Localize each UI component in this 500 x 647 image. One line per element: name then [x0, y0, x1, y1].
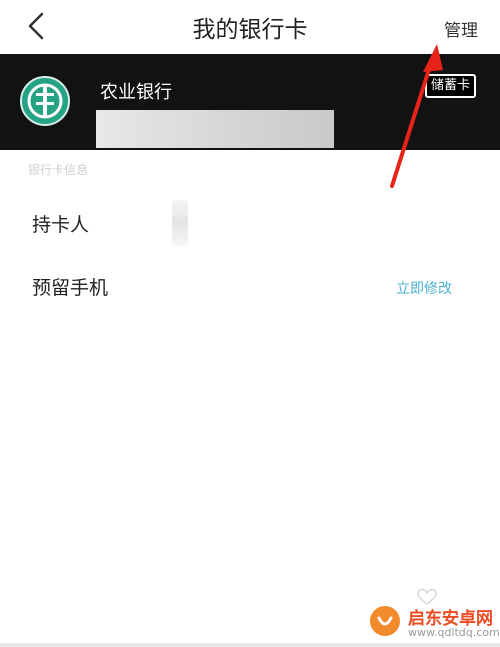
annotation-arrow [390, 44, 443, 188]
